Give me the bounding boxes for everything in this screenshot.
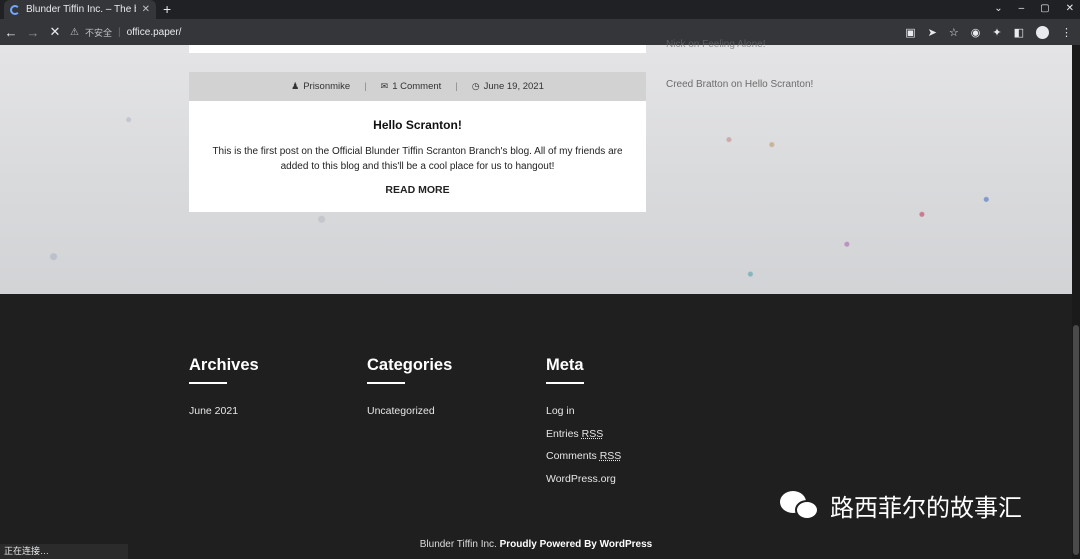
tab-title: Blunder Tiffin Inc. – The b bbox=[26, 4, 136, 15]
login-link[interactable]: Log in bbox=[546, 405, 621, 418]
widget-title: Categories bbox=[367, 356, 453, 374]
back-icon[interactable]: ← bbox=[0, 25, 22, 40]
forward-icon[interactable]: → bbox=[22, 25, 44, 40]
title-underline bbox=[189, 382, 227, 384]
loading-icon bbox=[10, 4, 20, 15]
browser-toolbar: ← → ✕ ⚠ 不安全 | office.paper/ ▣ ➤ ☆ ◉ ✦ ◧ … bbox=[0, 19, 1080, 45]
category-link[interactable]: Uncategorized bbox=[367, 405, 452, 418]
categories-widget: Categories Uncategorized bbox=[367, 356, 452, 428]
menu-kebab-icon[interactable]: ⋮ bbox=[1061, 26, 1072, 39]
minimize-icon[interactable]: – bbox=[1019, 0, 1025, 19]
sidepanel-icon[interactable]: ◧ bbox=[1014, 26, 1024, 39]
toolbar-actions: ▣ ➤ ☆ ◉ ✦ ◧ ⋮ bbox=[905, 19, 1072, 45]
window-controls: ⌄ – ▢ ✕ bbox=[994, 0, 1074, 19]
title-underline bbox=[367, 382, 405, 384]
content-area: ♟ Prisonmike | ✉ 1 Comment | ◷ June 19, … bbox=[0, 39, 1072, 294]
translate-icon[interactable]: ▣ bbox=[905, 26, 915, 39]
meta-divider: | bbox=[455, 81, 458, 92]
wechat-watermark: 路西菲尔的故事汇 bbox=[780, 488, 1022, 523]
post-meta-bar: ♟ Prisonmike | ✉ 1 Comment | ◷ June 19, … bbox=[189, 72, 646, 101]
comments-icon: ✉ bbox=[380, 81, 389, 91]
browser-tab[interactable]: Blunder Tiffin Inc. – The b ✕ bbox=[4, 0, 156, 19]
tab-close-icon[interactable]: ✕ bbox=[142, 4, 150, 15]
title-underline bbox=[546, 382, 584, 384]
recent-comment-item[interactable]: Nick on Feeling Alone! bbox=[666, 39, 766, 49]
extension-alert-icon[interactable]: ◉ bbox=[971, 26, 981, 39]
post-card: Hello Scranton! This is the first post o… bbox=[189, 101, 646, 212]
warning-icon[interactable]: ⚠ bbox=[70, 27, 79, 38]
close-window-icon[interactable]: ✕ bbox=[1066, 0, 1074, 19]
scrollbar-thumb[interactable] bbox=[1073, 325, 1079, 555]
extensions-puzzle-icon[interactable]: ✦ bbox=[992, 26, 1001, 39]
user-icon: ♟ bbox=[291, 81, 300, 91]
page-scrollbar[interactable] bbox=[1072, 45, 1080, 559]
web-page: ♟ Prisonmike | ✉ 1 Comment | ◷ June 19, … bbox=[0, 39, 1072, 559]
send-icon[interactable]: ➤ bbox=[928, 26, 937, 39]
post-author[interactable]: ♟ Prisonmike bbox=[291, 81, 350, 92]
archives-widget: Archives June 2021 bbox=[189, 356, 259, 428]
widget-title: Archives bbox=[189, 356, 259, 374]
meta-widget: Meta Log in Entries RSS Comments RSS Wor… bbox=[546, 356, 621, 495]
entries-rss-link[interactable]: Entries RSS bbox=[546, 428, 621, 441]
security-label: 不安全 bbox=[84, 27, 112, 38]
post-date[interactable]: ◷ June 19, 2021 bbox=[472, 81, 544, 92]
powered-by-link[interactable]: Proudly Powered By WordPress bbox=[500, 539, 653, 550]
post-title[interactable]: Hello Scranton! bbox=[189, 118, 646, 132]
widget-title: Meta bbox=[546, 356, 584, 374]
tab-search-icon[interactable]: ⌄ bbox=[994, 0, 1002, 19]
watermark-text: 路西菲尔的故事汇 bbox=[830, 494, 1022, 522]
clock-icon: ◷ bbox=[471, 81, 480, 91]
separator: | bbox=[117, 26, 121, 38]
status-bubble: 正在连接… bbox=[0, 544, 128, 559]
url-text[interactable]: office.paper/ bbox=[127, 27, 182, 38]
address-bar[interactable]: ⚠ 不安全 | office.paper/ bbox=[70, 22, 910, 42]
profile-avatar[interactable] bbox=[1036, 25, 1049, 39]
stop-loading-icon[interactable]: ✕ bbox=[44, 24, 66, 40]
post-excerpt: This is the first post on the Official B… bbox=[212, 146, 623, 172]
new-tab-button[interactable]: + bbox=[163, 0, 171, 19]
site-name: Blunder Tiffin Inc. bbox=[419, 539, 497, 550]
post-comments[interactable]: ✉ 1 Comment bbox=[381, 81, 442, 92]
read-more-link[interactable]: READ MORE bbox=[385, 184, 449, 196]
wechat-logo-icon bbox=[780, 489, 822, 523]
comments-rss-link[interactable]: Comments RSS bbox=[546, 450, 621, 463]
meta-divider: | bbox=[364, 81, 367, 92]
wordpress-org-link[interactable]: WordPress.org bbox=[546, 473, 621, 486]
site-info: Blunder Tiffin Inc. Proudly Powered By W… bbox=[0, 528, 1072, 559]
archive-link[interactable]: June 2021 bbox=[189, 405, 259, 418]
previous-post-card-bottom bbox=[189, 45, 646, 53]
maximize-icon[interactable]: ▢ bbox=[1040, 0, 1049, 19]
browser-tabbar: Blunder Tiffin Inc. – The b ✕ + ⌄ – ▢ ✕ bbox=[0, 0, 1080, 19]
bookmark-star-icon[interactable]: ☆ bbox=[949, 26, 959, 39]
recent-comment-item[interactable]: Creed Bratton on Hello Scranton! bbox=[666, 79, 813, 90]
